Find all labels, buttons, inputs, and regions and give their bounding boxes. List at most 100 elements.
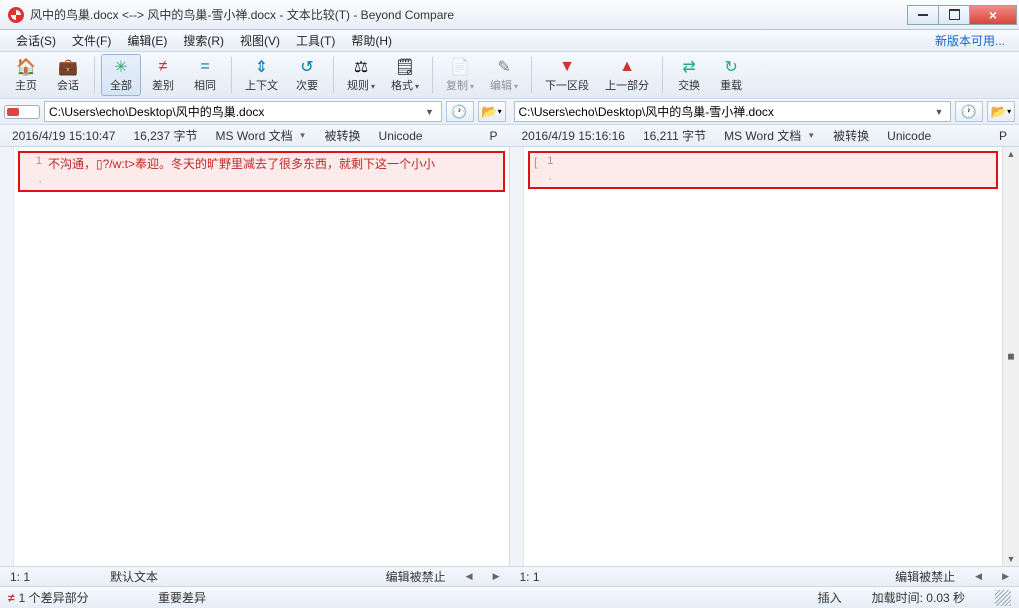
edit-button[interactable]: ✎编辑▾ xyxy=(483,54,525,96)
home-icon: 🏠 xyxy=(16,58,36,76)
line-number: 1 xyxy=(24,155,42,167)
diff-thermometer[interactable] xyxy=(4,105,40,119)
not-equal-icon: ≠ xyxy=(8,591,15,605)
right-p: P xyxy=(999,129,1007,143)
chevron-down-icon: ▾ xyxy=(1007,107,1011,116)
left-pane-status: 1: 1 默认文本 编辑被禁止 ◀ ▶ xyxy=(0,567,510,586)
chevron-down-icon: ▾ xyxy=(371,82,375,91)
menu-help[interactable]: 帮助(H) xyxy=(343,30,400,51)
history-icon: 🕐 xyxy=(961,104,977,120)
chevron-down-icon[interactable]: ▼ xyxy=(932,107,946,117)
context-button[interactable]: ⇕上下文 xyxy=(238,54,285,96)
vertical-scrollbar[interactable]: ▲ ◼ ▼ xyxy=(1002,147,1019,566)
scroll-right-icon[interactable]: ▶ xyxy=(1002,571,1009,582)
right-gutter[interactable] xyxy=(510,147,524,566)
scroll-up-icon[interactable]: ▲ xyxy=(1007,149,1016,159)
left-type: MS Word 文档 xyxy=(215,127,292,144)
chevron-down-icon: ▾ xyxy=(498,107,502,116)
separator xyxy=(662,57,663,93)
menu-session[interactable]: 会话(S) xyxy=(8,30,64,51)
left-encoding: Unicode xyxy=(379,129,423,143)
left-info: 2016/4/19 15:10:47 16,237 字节 MS Word 文档▼… xyxy=(0,125,510,146)
format-button[interactable]: 🗒格式▾ xyxy=(384,54,426,96)
diff-count: ≠1 个差异部分 xyxy=(8,589,128,606)
path-row: ▼ 🕐 📂▾ ▼ 🕐 📂▾ xyxy=(0,99,1019,125)
insert-mode: 插入 xyxy=(818,589,842,606)
scroll-down-icon[interactable]: ▼ xyxy=(1007,554,1016,564)
menu-bar: 会话(S) 文件(F) 编辑(E) 搜索(R) 视图(V) 工具(T) 帮助(H… xyxy=(0,30,1019,52)
reload-icon: ↻ xyxy=(721,58,741,76)
folder-icon: 📂 xyxy=(481,104,497,120)
all-button[interactable]: ✳全部 xyxy=(101,54,141,96)
app-icon xyxy=(8,7,24,23)
new-version-link[interactable]: 新版本可用... xyxy=(929,30,1011,51)
arrow-up-icon: ▲ xyxy=(617,58,637,76)
scroll-left-icon[interactable]: ◀ xyxy=(466,571,473,582)
rules-button[interactable]: ⚖规则▾ xyxy=(340,54,382,96)
sessions-button[interactable]: 💼会话 xyxy=(48,54,88,96)
right-history-button[interactable]: 🕐 xyxy=(955,101,983,122)
scroll-left-icon[interactable]: ◀ xyxy=(975,571,982,582)
folder-icon: 📂 xyxy=(991,104,1007,120)
context-icon: ⇕ xyxy=(252,58,272,76)
edit-icon: ✎ xyxy=(494,58,514,76)
chevron-down-icon[interactable]: ▼ xyxy=(807,131,815,140)
menu-edit[interactable]: 编辑(E) xyxy=(119,30,175,51)
scroll-right-icon[interactable]: ▶ xyxy=(493,571,500,582)
maximize-button[interactable] xyxy=(938,5,970,25)
left-default-text: 默认文本 xyxy=(110,568,158,585)
right-path-area: ▼ 🕐 📂▾ xyxy=(510,101,1019,122)
bracket: [ xyxy=(534,155,537,169)
swap-button[interactable]: ⇄交换 xyxy=(669,54,709,96)
reload-button[interactable]: ↻重载 xyxy=(711,54,751,96)
left-edit-disabled: 编辑被禁止 xyxy=(386,568,446,585)
history-icon: 🕐 xyxy=(451,104,467,120)
arrow-down-icon: ▼ xyxy=(557,58,577,76)
left-history-button[interactable]: 🕐 xyxy=(446,101,474,122)
separator xyxy=(531,57,532,93)
line-marker: · xyxy=(24,176,42,188)
line-number: 1 xyxy=(541,155,553,167)
right-encoding: Unicode xyxy=(887,129,931,143)
left-size: 16,237 字节 xyxy=(133,127,197,144)
line-marker: · xyxy=(534,173,552,185)
menu-search[interactable]: 搜索(R) xyxy=(175,30,232,51)
right-size: 16,211 字节 xyxy=(643,127,706,144)
close-button[interactable] xyxy=(969,5,1017,25)
menu-view[interactable]: 视图(V) xyxy=(232,30,288,51)
same-button[interactable]: =相同 xyxy=(185,54,225,96)
format-icon: 🗒 xyxy=(395,58,415,76)
diff-button[interactable]: ≠差别 xyxy=(143,54,183,96)
rules-icon: ⚖ xyxy=(351,58,371,76)
right-path-input[interactable] xyxy=(519,105,933,119)
minor-button[interactable]: ↺次要 xyxy=(287,54,327,96)
right-browse-button[interactable]: 📂▾ xyxy=(987,101,1015,122)
menu-tools[interactable]: 工具(T) xyxy=(288,30,343,51)
left-path-input[interactable] xyxy=(49,105,423,119)
left-browse-button[interactable]: 📂▾ xyxy=(478,101,506,122)
star-icon: ✳ xyxy=(111,58,131,76)
menu-file[interactable]: 文件(F) xyxy=(64,30,119,51)
left-diff-line[interactable]: 1 不沟通，▯?/w:t>奉迎。冬天的旷野里减去了很多东西，就剩下这一个小小 xyxy=(20,153,503,174)
scroll-button-icon[interactable]: ◼ xyxy=(1007,351,1014,362)
toolbar: 🏠主页 💼会话 ✳全部 ≠差别 =相同 ⇕上下文 ↺次要 ⚖规则▾ 🗒格式▾ 📄… xyxy=(0,52,1019,99)
minimize-button[interactable] xyxy=(907,5,939,25)
left-body[interactable] xyxy=(14,196,509,566)
home-button[interactable]: 🏠主页 xyxy=(6,54,46,96)
chevron-down-icon[interactable]: ▼ xyxy=(423,107,437,117)
left-cursor-pos: 1: 1 xyxy=(10,570,30,584)
window-title: 风中的鸟巢.docx <--> 风中的鸟巢-雪小禅.docx - 文本比较(T)… xyxy=(30,6,908,23)
separator xyxy=(432,57,433,93)
minor-icon: ↺ xyxy=(297,58,317,76)
chevron-down-icon[interactable]: ▼ xyxy=(299,131,307,140)
separator xyxy=(94,57,95,93)
right-body[interactable] xyxy=(524,193,1002,566)
next-section-button[interactable]: ▼下一区段 xyxy=(538,54,596,96)
right-diff-line[interactable]: [ 1 xyxy=(530,153,996,171)
equal-icon: = xyxy=(195,58,215,76)
resize-grip[interactable] xyxy=(995,590,1011,606)
copy-button[interactable]: 📄复制▾ xyxy=(439,54,481,96)
left-gutter[interactable] xyxy=(0,147,14,566)
right-date: 2016/4/19 15:16:16 xyxy=(522,129,625,143)
prev-section-button[interactable]: ▲上一部分 xyxy=(598,54,656,96)
